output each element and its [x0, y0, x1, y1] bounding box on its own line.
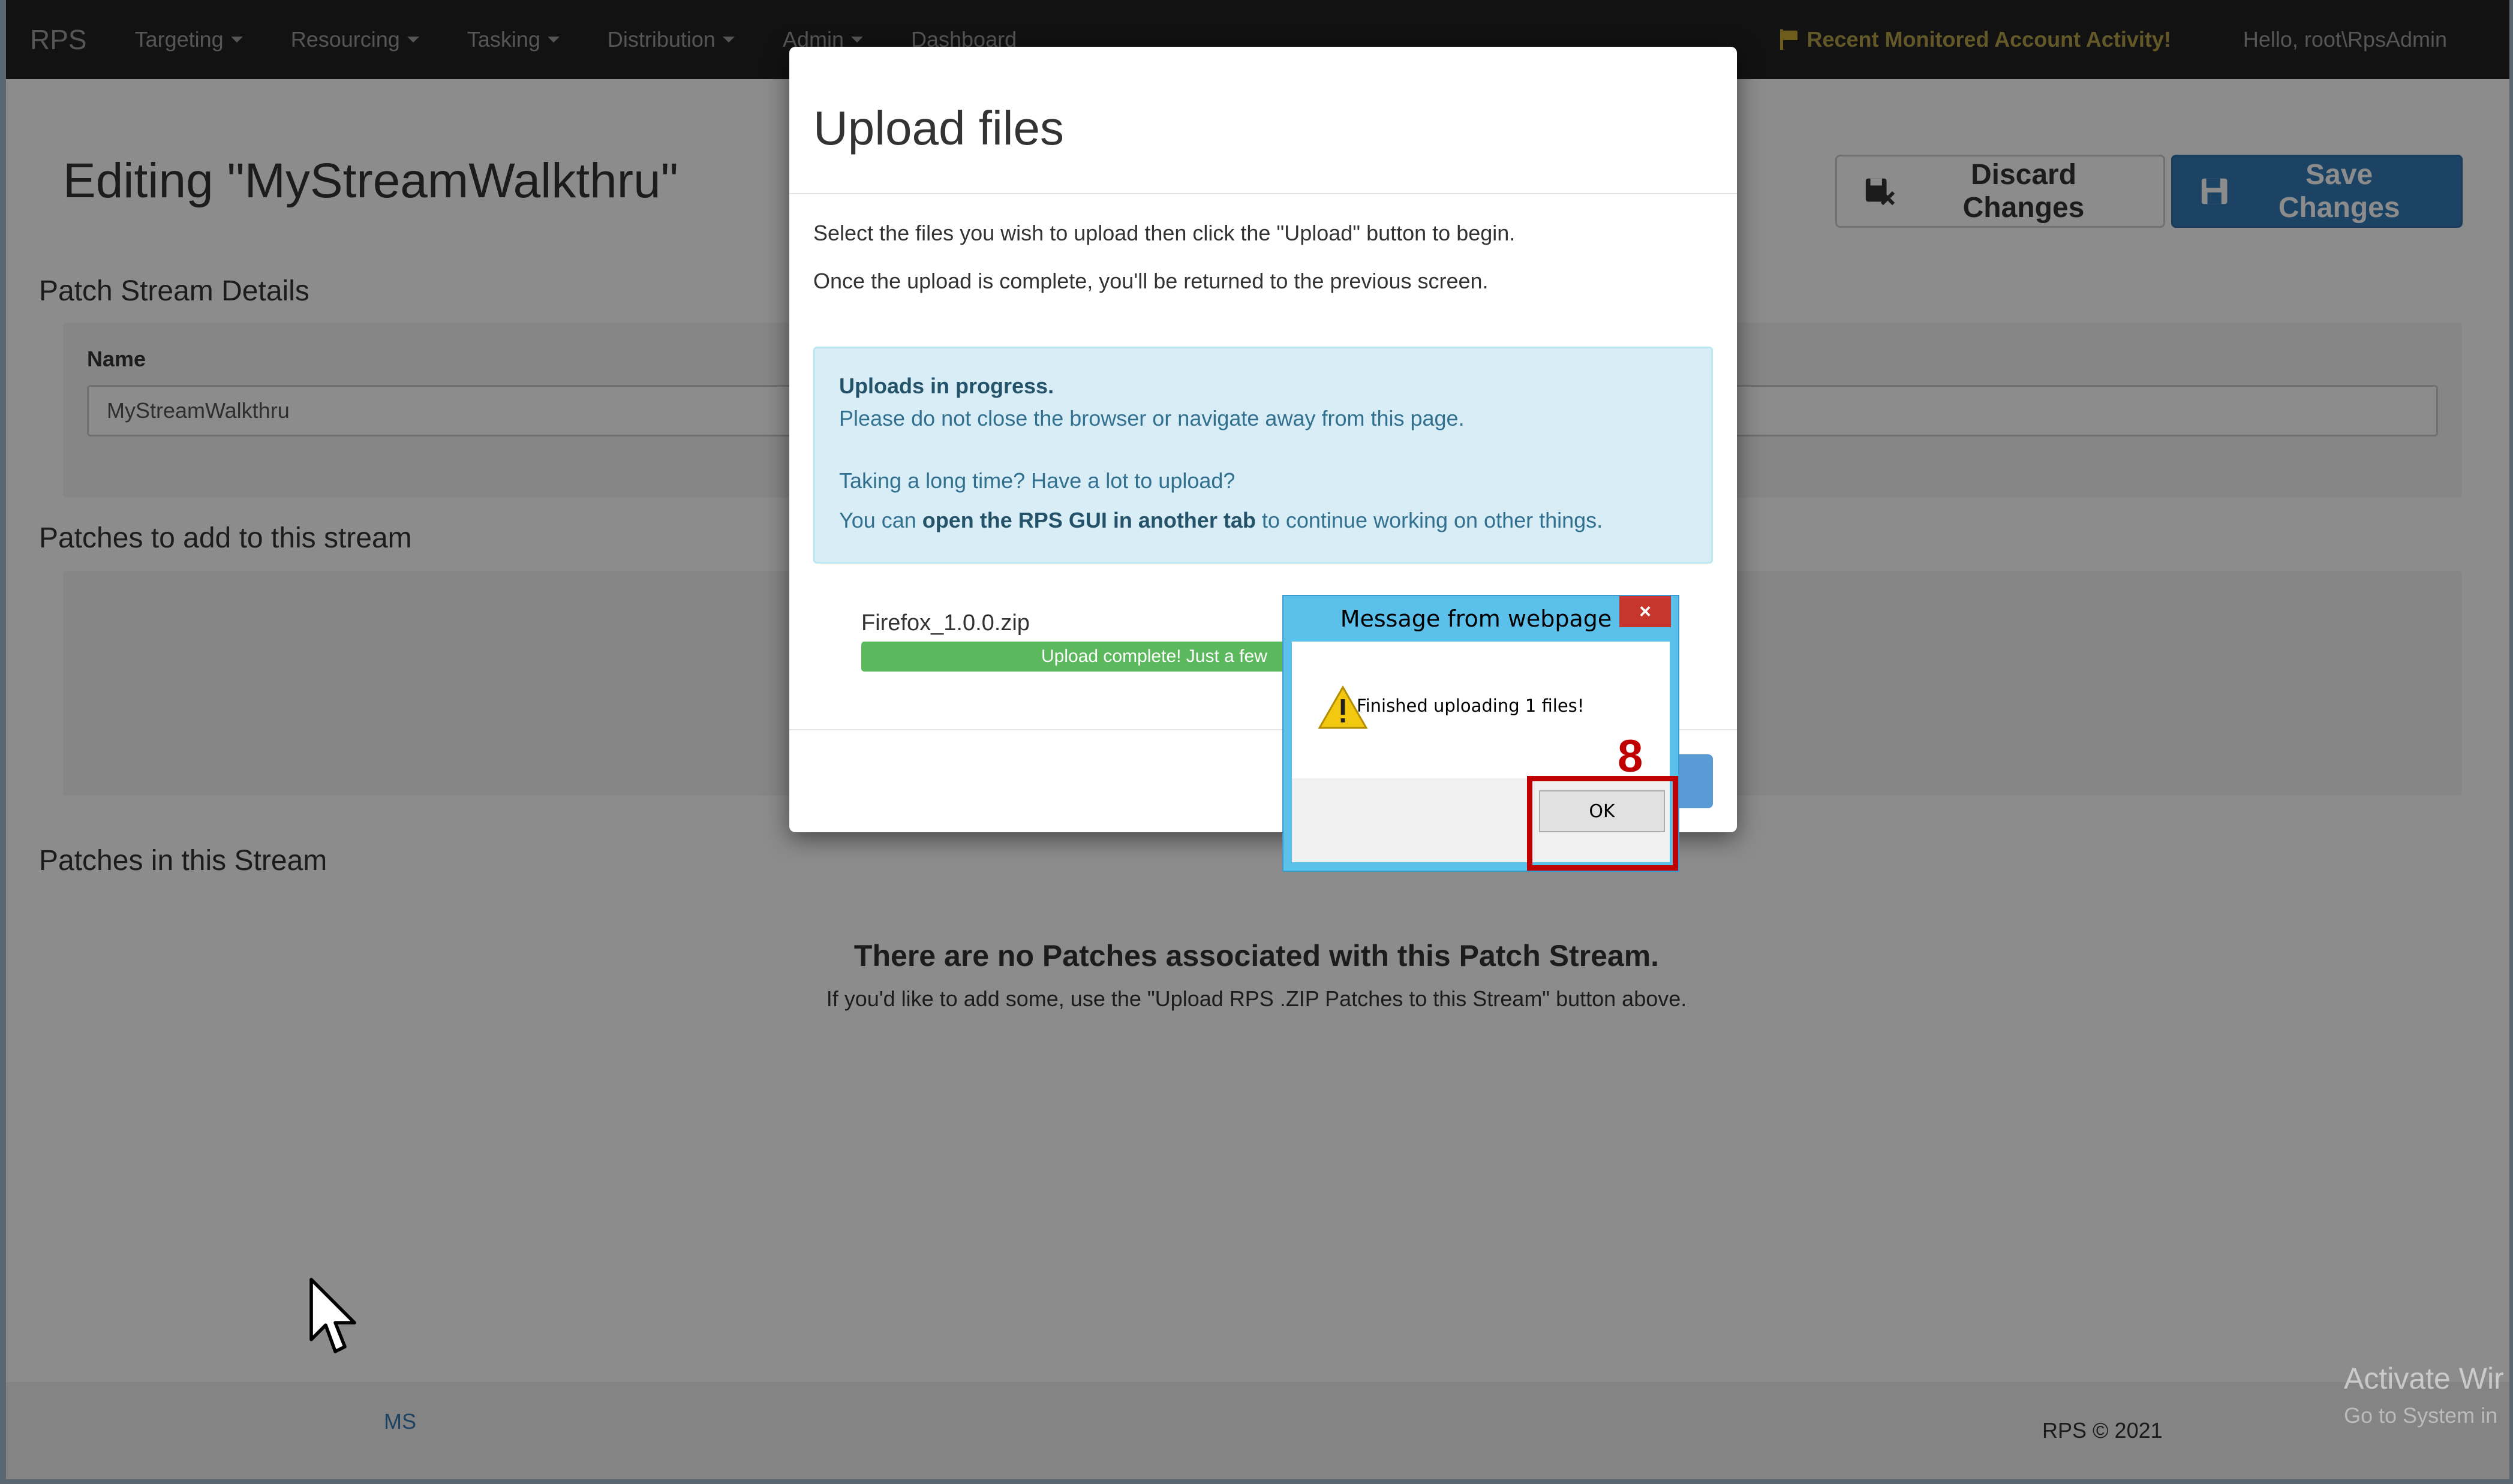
upload-progress-bar: Upload complete! Just a few: [861, 642, 1317, 672]
mouse-pointer-icon: [309, 1278, 356, 1353]
open-tab-prefix: You can: [839, 508, 922, 532]
info-line: Please do not close the browser or navig…: [839, 406, 1465, 431]
message-dialog-body: Finished uploading 1 files!: [1292, 642, 1670, 778]
message-dialog-close-button[interactable]: ×: [1619, 596, 1671, 627]
upload-instruction-2: Once the upload is complete, you'll be r…: [813, 269, 1489, 293]
upload-instruction-1: Select the files you wish to upload then…: [813, 221, 1516, 245]
step-highlight-box: [1527, 776, 1678, 871]
screen: RPS Targeting Resourcing Tasking Distrib…: [0, 0, 2513, 1484]
open-tab-link[interactable]: open the RPS GUI in another tab: [922, 508, 1256, 532]
open-tab-line: You can open the RPS GUI in another tab …: [839, 508, 1603, 533]
info-heading: Uploads in progress.: [839, 374, 1054, 399]
uploaded-file-name: Firefox_1.0.0.zip: [861, 610, 1030, 636]
modal-title: Upload files: [813, 101, 1065, 155]
upload-info-alert: Uploads in progress. Please do not close…: [813, 347, 1713, 564]
open-tab-suffix: to continue working on other things.: [1255, 508, 1603, 532]
upload-progress-label: Upload complete! Just a few: [1041, 646, 1267, 666]
modal-header-divider: [789, 193, 1737, 194]
activate-windows-subtext: Go to System in: [2344, 1403, 2498, 1428]
long-time-line: Taking a long time? Have a lot to upload…: [839, 468, 1236, 493]
info-heading-text: Uploads in progress.: [839, 374, 1054, 398]
message-text: Finished uploading 1 files!: [1357, 696, 1585, 716]
activate-windows-watermark: Activate Wir: [2344, 1362, 2504, 1395]
step-number: 8: [1618, 731, 1643, 782]
